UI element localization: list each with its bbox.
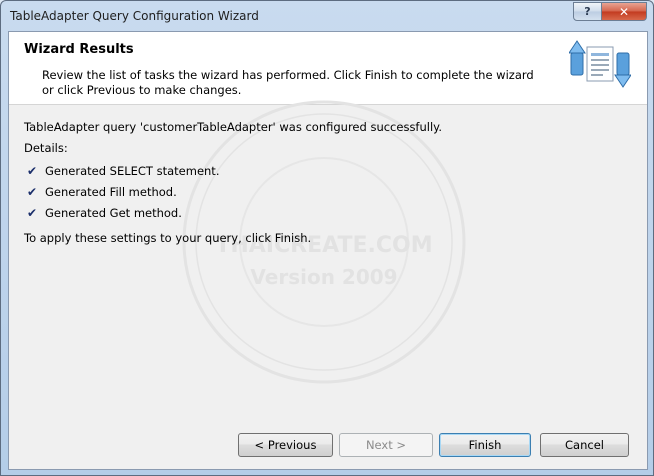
wizard-window: TableAdapter Query Configuration Wizard …	[0, 0, 654, 476]
finish-button[interactable]: Finish	[439, 433, 531, 457]
checkmark-icon: ✔	[27, 206, 38, 220]
checkmark-icon: ✔	[27, 164, 38, 178]
list-item-label: Generated Get method.	[45, 206, 182, 220]
close-button[interactable]: ✕	[601, 2, 647, 21]
page-title: Wizard Results	[24, 42, 134, 57]
title-bar[interactable]: TableAdapter Query Configuration Wizard …	[1, 1, 653, 31]
window-title: TableAdapter Query Configuration Wizard	[10, 9, 259, 23]
next-button[interactable]: Next >	[339, 433, 433, 457]
apply-hint: To apply these settings to your query, c…	[24, 231, 312, 245]
result-summary: TableAdapter query 'customerTableAdapter…	[24, 120, 442, 134]
wizard-header: Wizard Results Review the list of tasks …	[9, 32, 647, 105]
help-button[interactable]: ?	[573, 2, 602, 21]
wizard-client-area: Wizard Results Review the list of tasks …	[8, 31, 648, 470]
close-icon: ✕	[618, 4, 630, 19]
cancel-button[interactable]: Cancel	[540, 433, 629, 457]
database-arrows-icon	[569, 40, 631, 88]
help-icon: ?	[584, 5, 591, 18]
details-label: Details:	[24, 141, 68, 155]
page-description: Review the list of tasks the wizard has …	[42, 68, 534, 97]
list-item-label: Generated Fill method.	[45, 185, 177, 199]
previous-button[interactable]: < Previous	[238, 433, 333, 457]
checkmark-icon: ✔	[27, 185, 38, 199]
watermark-line2: Version 2009	[250, 265, 397, 289]
list-item-label: Generated SELECT statement.	[45, 164, 220, 178]
